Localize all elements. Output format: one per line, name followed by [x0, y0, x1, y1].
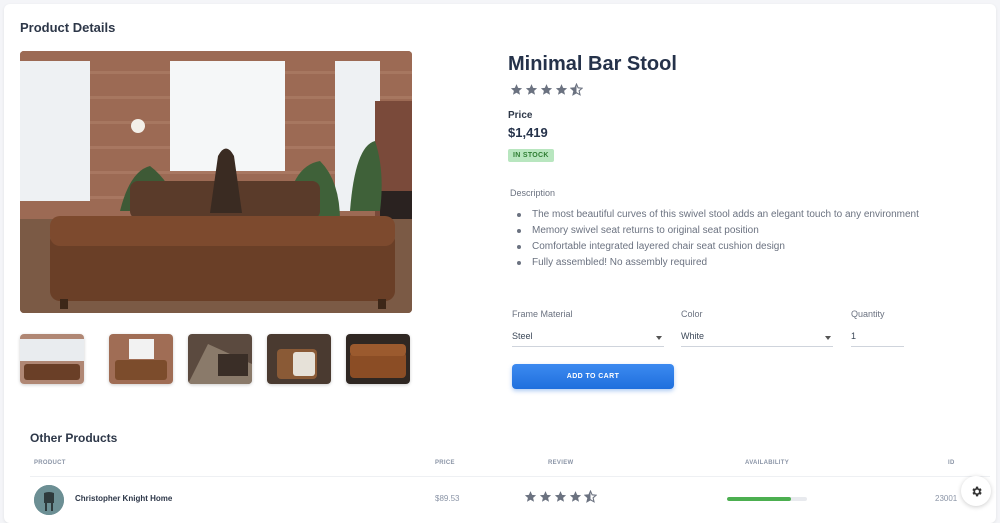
star-icon — [539, 491, 552, 502]
table-divider — [30, 476, 990, 477]
column-header-product[interactable]: PRODUCT — [34, 460, 66, 466]
product-review — [524, 490, 597, 503]
stock-badge: IN STOCK — [508, 149, 554, 162]
color-value: White — [681, 331, 705, 341]
description-list: The most beautiful curves of this swivel… — [517, 207, 928, 271]
star-half-icon — [584, 490, 597, 503]
thumbnail-3[interactable] — [188, 334, 252, 384]
thumbnail-5[interactable] — [346, 334, 410, 384]
star-icon — [554, 491, 567, 502]
description-item: Memory swivel seat returns to original s… — [517, 223, 928, 239]
product-title: Minimal Bar Stool — [508, 53, 677, 75]
add-to-cart-button[interactable]: ADD TO CART — [512, 364, 674, 389]
product-details-card: Product Details Minimal Bar Stool Price … — [4, 4, 996, 523]
product-avatar — [34, 485, 64, 515]
settings-button[interactable] — [961, 476, 991, 506]
thumbnail-4[interactable] — [267, 334, 331, 384]
column-header-review[interactable]: REVIEW — [548, 460, 573, 466]
column-header-id[interactable]: ID — [948, 460, 955, 466]
column-header-price[interactable]: PRICE — [435, 460, 455, 466]
star-icon — [510, 84, 523, 95]
product-price-cell: $89.53 — [435, 494, 460, 503]
gear-icon — [971, 486, 982, 496]
color-label: Color — [681, 309, 703, 319]
quantity-value: 1 — [851, 331, 857, 341]
frame-material-value: Steel — [512, 331, 533, 341]
color-select[interactable]: White — [681, 327, 833, 347]
product-price: $1,419 — [508, 125, 548, 140]
frame-material-label: Frame Material — [512, 309, 573, 319]
thumbnail-strip — [20, 334, 412, 384]
product-name[interactable]: Christopher Knight Home — [75, 494, 172, 503]
other-products-title: Other Products — [30, 431, 118, 445]
thumbnail-1[interactable] — [20, 334, 84, 384]
star-icon — [555, 84, 568, 95]
quantity-label: Quantity — [851, 309, 885, 319]
availability-bar — [727, 497, 807, 501]
product-info: Minimal Bar Stool Price $1,419 IN STOCK … — [508, 4, 988, 404]
star-icon — [540, 84, 553, 95]
description-label: Description — [510, 188, 556, 198]
frame-material-select[interactable]: Steel — [512, 327, 664, 347]
quantity-input[interactable]: 1 — [851, 327, 904, 347]
living-room-image — [20, 51, 412, 313]
chevron-down-icon — [656, 336, 662, 340]
star-icon — [524, 491, 537, 502]
star-icon — [569, 491, 582, 502]
chevron-down-icon — [825, 336, 831, 340]
product-rating — [510, 83, 583, 96]
star-half-icon — [570, 83, 583, 96]
thumbnail-2[interactable] — [109, 334, 173, 384]
description-item: Comfortable integrated layered chair sea… — [517, 239, 928, 255]
description-item: Fully assembled! No assembly required — [517, 255, 928, 271]
availability-fill — [727, 497, 791, 501]
price-label: Price — [508, 110, 533, 121]
product-id: 23001 — [935, 494, 958, 503]
column-header-availability[interactable]: AVAILABILITY — [745, 460, 789, 466]
product-main-image — [20, 51, 412, 313]
star-icon — [525, 84, 538, 95]
page-title: Product Details — [20, 20, 116, 35]
description-item: The most beautiful curves of this swivel… — [517, 207, 928, 223]
